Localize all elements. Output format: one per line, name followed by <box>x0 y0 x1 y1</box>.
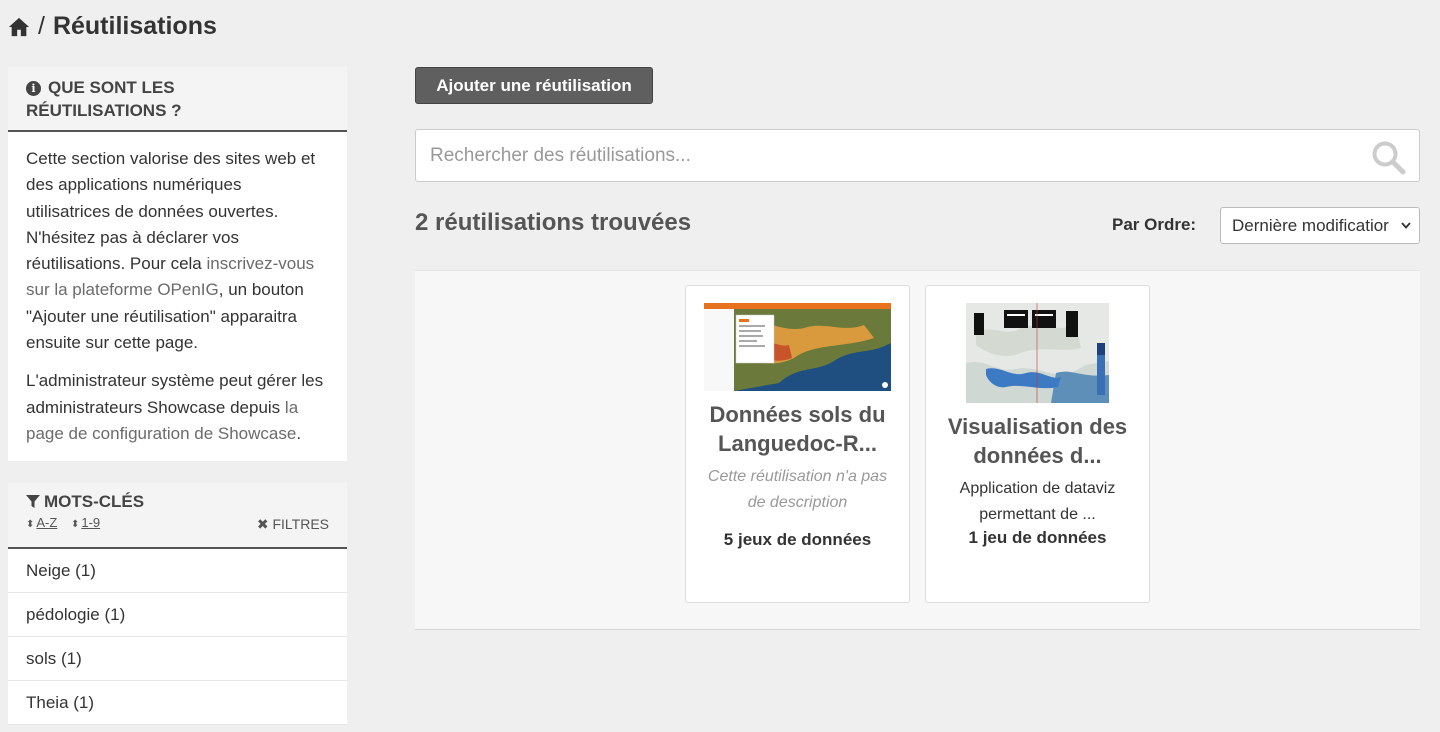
close-icon: ✖ <box>256 516 269 532</box>
reuse-datasets-count: 1 jeu de données <box>968 528 1107 547</box>
info-panel-header: i QUE SONT LES RÉUTILISATIONS ? <box>8 67 347 132</box>
sort-icon: ⬍ <box>70 519 80 530</box>
keyword-item[interactable]: pédologie (1) <box>8 593 347 637</box>
order-label: Par Ordre: <box>1112 215 1197 234</box>
sort-count-link[interactable]: 1-9 <box>81 515 100 530</box>
sort-icon: ⬍ <box>26 519 35 530</box>
keyword-item[interactable]: Neige (1) <box>8 549 347 593</box>
breadcrumb-separator: / <box>38 12 45 40</box>
home-icon[interactable] <box>8 16 30 38</box>
order-select-value: Dernière modificatior <box>1232 216 1389 235</box>
page-title: Réutilisations <box>52 12 217 40</box>
reuse-datasets-count: 5 jeux de données <box>723 530 872 549</box>
breadcrumb: / Réutilisations <box>8 12 217 41</box>
keywords-title: MOTS-CLÉS <box>26 492 329 512</box>
sort-az-link[interactable]: A-Z <box>36 515 57 530</box>
info-panel-body: Cette section valorise des sites web et … <box>8 132 347 461</box>
reuse-thumbnail[interactable] <box>704 303 891 391</box>
keywords-panel-header: MOTS-CLÉS ⬍ A-Z ⬍ 1-9 ✖ FILTRES <box>8 483 347 549</box>
info-icon: i <box>26 81 41 96</box>
chevron-down-icon <box>1393 208 1419 243</box>
info-panel-title: i QUE SONT LES RÉUTILISATIONS ? <box>26 78 182 120</box>
order-select[interactable]: Dernière modificatior <box>1220 207 1420 244</box>
info-paragraph-2: L'administrateur système peut gérer les … <box>26 371 324 443</box>
clear-filters-button[interactable]: ✖ FILTRES <box>257 516 329 533</box>
keyword-item[interactable]: Theia (1) <box>8 681 347 725</box>
reuse-thumbnail[interactable] <box>966 303 1109 403</box>
reuse-card[interactable]: Données sols du Languedoc-R... Cette réu… <box>685 285 910 603</box>
reuse-description: Cette réutilisation n'a pas de descripti… <box>707 468 888 511</box>
reuses-grid: Données sols du Languedoc-R... Cette réu… <box>415 270 1420 630</box>
info-paragraph-1: Cette section valorise des sites web et … <box>26 149 316 353</box>
filter-icon <box>26 495 40 508</box>
add-reuse-button[interactable]: Ajouter une réutilisation <box>415 67 653 104</box>
results-count: 2 réutilisations trouvées <box>415 209 692 236</box>
search-bar <box>415 129 1420 182</box>
search-input[interactable] <box>416 130 1356 181</box>
keywords-panel: MOTS-CLÉS ⬍ A-Z ⬍ 1-9 ✖ FILTRES Neige (1) … <box>8 483 347 725</box>
search-icon[interactable] <box>1371 140 1407 176</box>
reuse-title[interactable]: Données sols du Languedoc-R... <box>686 400 909 458</box>
info-panel: i QUE SONT LES RÉUTILISATIONS ? Cette sec… <box>8 67 347 462</box>
keywords-list: Neige (1) pédologie (1) sols (1) Theia (… <box>8 549 347 725</box>
reuse-title[interactable]: Visualisation des données d... <box>926 412 1149 470</box>
reuse-card[interactable]: Visualisation des données d... Applicati… <box>925 285 1150 603</box>
reuse-description: Application de dataviz permettant de ... <box>959 480 1116 523</box>
keyword-item[interactable]: sols (1) <box>8 637 347 681</box>
